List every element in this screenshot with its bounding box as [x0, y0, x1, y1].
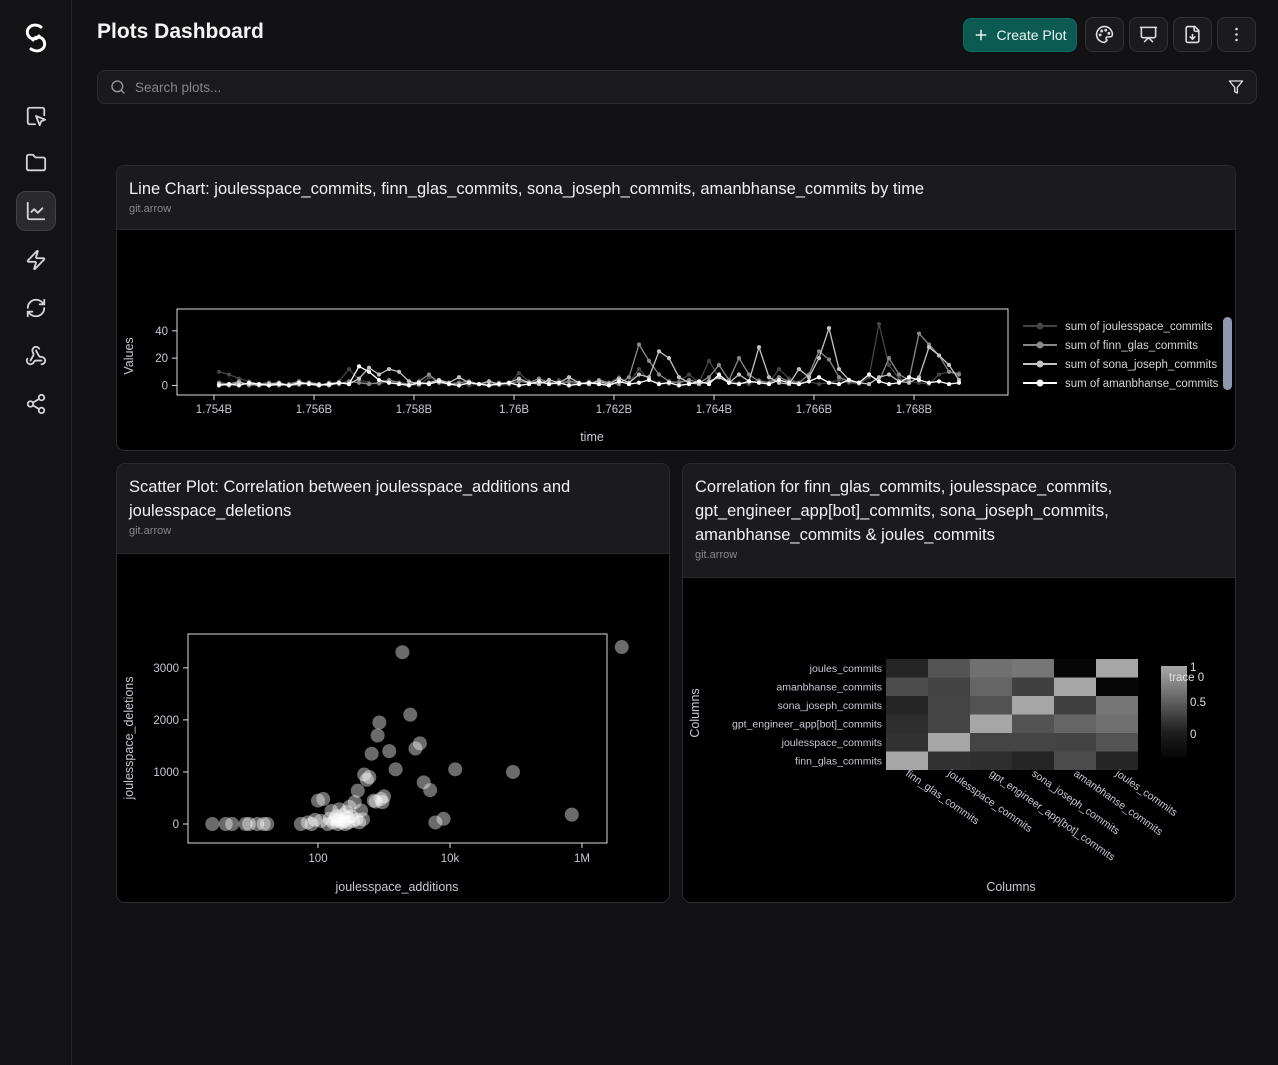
search-bar: [97, 70, 1257, 104]
refresh-icon: [25, 297, 47, 319]
line-chart-icon: [25, 200, 47, 222]
svg-text:Columns: Columns: [986, 880, 1035, 894]
svg-text:time: time: [580, 430, 604, 444]
theme-palette-button[interactable]: [1085, 17, 1124, 52]
svg-text:gpt_engineer_app[bot]_commits: gpt_engineer_app[bot]_commits: [732, 719, 882, 731]
svg-text:1.768B: 1.768B: [896, 404, 933, 416]
file-export-icon: [1183, 25, 1202, 44]
export-file-button[interactable]: [1173, 17, 1212, 52]
card-source: git.arrow: [695, 549, 1223, 561]
svg-text:joules_commits: joules_commits: [809, 663, 882, 675]
card-header: Line Chart: joulesspace_commits, finn_gl…: [117, 166, 1235, 230]
sidebar-item-inspect[interactable]: [16, 96, 56, 136]
heatmap-chart-canvas[interactable]: joules_commits amanbhanse_commits sona_jos…: [683, 578, 1235, 903]
create-plot-label: Create Plot: [996, 27, 1066, 43]
scatter-chart-canvas[interactable]: 0 1000 2000 3000 100 10k 1M joulesspace_additio…: [117, 554, 669, 903]
sidebar: [0, 0, 72, 1065]
plus-icon: [973, 27, 989, 43]
svg-text:finn_glas_commits: finn_glas_commits: [903, 768, 981, 828]
webhook-icon: [25, 345, 47, 367]
card-header: Scatter Plot: Correlation between joules…: [117, 464, 669, 554]
svg-text:1.764B: 1.764B: [696, 404, 733, 416]
svg-text:3000: 3000: [153, 663, 179, 675]
svg-text:0: 0: [162, 380, 168, 392]
svg-text:joulesspace_deletions: joulesspace_deletions: [122, 676, 136, 800]
legend-item[interactable]: sum of amanbhanse_commits: [1065, 378, 1219, 390]
card-title: Line Chart: joulesspace_commits, finn_gl…: [129, 177, 1223, 201]
create-plot-button[interactable]: Create Plot: [963, 18, 1077, 52]
svg-text:1.76B: 1.76B: [499, 404, 529, 416]
svg-text:1.758B: 1.758B: [396, 404, 433, 416]
svg-text:sona_joseph_commits: sona_joseph_commits: [778, 700, 882, 712]
svg-text:amanbhanse_commits: amanbhanse_commits: [776, 682, 882, 694]
filter-funnel-icon[interactable]: [1228, 79, 1244, 95]
sidebar-item-sync[interactable]: [16, 288, 56, 328]
svg-text:1.766B: 1.766B: [796, 404, 833, 416]
plot-card-heatmap: Correlation for finn_glas_commits, joule…: [682, 463, 1236, 903]
legend-item[interactable]: sum of finn_glas_commits: [1065, 340, 1198, 352]
svg-text:0.5: 0.5: [1190, 697, 1206, 709]
card-header: Correlation for finn_glas_commits, joule…: [683, 464, 1235, 578]
card-title: Correlation for finn_glas_commits, joule…: [695, 475, 1223, 547]
zap-icon: [25, 249, 47, 271]
search-input[interactable]: [135, 80, 1219, 95]
more-options-button[interactable]: [1217, 17, 1256, 52]
line-chart-canvas[interactable]: 0 20 40 1.754B 1.756B 1.758B 1.76B 1.762B 1.764B…: [117, 230, 1235, 451]
square-mouse-pointer-icon: [25, 105, 47, 127]
presentation-button[interactable]: [1129, 17, 1168, 52]
card-source: git.arrow: [129, 525, 657, 537]
card-title: Scatter Plot: Correlation between joules…: [129, 475, 657, 523]
svg-text:trace 0: trace 0: [1169, 672, 1204, 684]
kebab-menu-icon: [1227, 25, 1246, 44]
card-source: git.arrow: [129, 203, 1223, 215]
svg-text:Columns: Columns: [688, 688, 702, 737]
svg-text:10k: 10k: [441, 853, 460, 865]
svg-text:1.756B: 1.756B: [296, 404, 333, 416]
plot-card-line: Line Chart: joulesspace_commits, finn_gl…: [116, 165, 1236, 451]
sidebar-item-files[interactable]: [16, 143, 56, 183]
presentation-icon: [1139, 25, 1158, 44]
svg-text:0: 0: [173, 819, 179, 831]
svg-text:joulesspace_commits: joulesspace_commits: [781, 737, 882, 749]
svg-text:100: 100: [308, 853, 327, 865]
svg-text:1M: 1M: [574, 853, 590, 865]
legend-scrollbar[interactable]: [1223, 317, 1232, 390]
svg-text:1.762B: 1.762B: [596, 404, 633, 416]
search-icon: [110, 79, 126, 95]
svg-text:0: 0: [1190, 729, 1196, 741]
app-logo[interactable]: [16, 18, 56, 58]
plot-card-scatter: Scatter Plot: Correlation between joules…: [116, 463, 670, 903]
page-title: Plots Dashboard: [97, 20, 264, 44]
legend-item[interactable]: sum of joulesspace_commits: [1065, 321, 1213, 333]
sidebar-item-share[interactable]: [16, 384, 56, 424]
sidebar-item-actions[interactable]: [16, 240, 56, 280]
svg-text:joulesspace_additions: joulesspace_additions: [334, 880, 458, 894]
sidebar-item-plots[interactable]: [16, 191, 56, 231]
svg-text:finn_glas_commits: finn_glas_commits: [795, 756, 882, 768]
svg-text:Values: Values: [122, 337, 136, 374]
palette-icon: [1095, 25, 1114, 44]
share-icon: [25, 393, 47, 415]
legend-item[interactable]: sum of sona_joseph_commits: [1065, 359, 1217, 371]
svg-text:2000: 2000: [153, 715, 179, 727]
svg-text:40: 40: [155, 326, 168, 338]
svg-text:1000: 1000: [153, 767, 179, 779]
folder-icon: [25, 152, 47, 174]
logo-icon: [20, 21, 52, 55]
svg-text:1.754B: 1.754B: [196, 404, 233, 416]
sidebar-item-webhooks[interactable]: [16, 336, 56, 376]
svg-text:20: 20: [155, 353, 168, 365]
